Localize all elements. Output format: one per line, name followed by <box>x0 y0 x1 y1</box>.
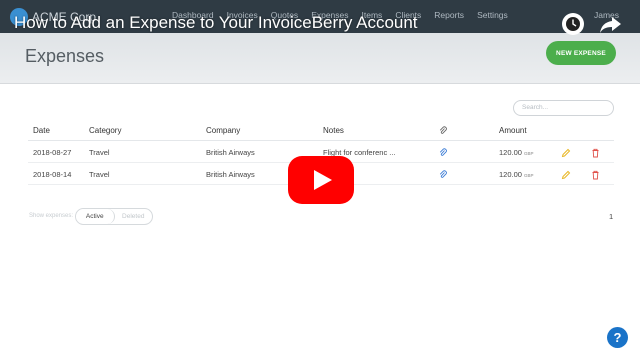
row-category: Travel <box>89 148 110 157</box>
video-title[interactable]: How to Add an Expense to Your InvoiceBer… <box>14 13 418 33</box>
column-header-category[interactable]: Category <box>89 126 121 135</box>
attachment-paperclip-icon[interactable] <box>439 148 447 157</box>
share-button[interactable] <box>598 13 624 40</box>
new-expense-button[interactable]: NEW EXPENSE <box>546 41 616 65</box>
pencil-icon[interactable] <box>561 170 571 180</box>
page-header: Expenses NEW EXPENSE <box>0 33 640 84</box>
play-button[interactable] <box>288 156 354 209</box>
watch-later-button[interactable] <box>562 13 584 35</box>
nav-item-reports[interactable]: Reports <box>434 10 464 20</box>
column-header-date[interactable]: Date <box>33 126 50 135</box>
column-header-amount[interactable]: Amount <box>499 126 527 135</box>
column-header-notes[interactable]: Notes <box>323 126 344 135</box>
column-header-company[interactable]: Company <box>206 126 240 135</box>
trash-icon[interactable] <box>591 170 600 180</box>
row-currency: GBP <box>523 151 534 156</box>
row-company: British Airways <box>206 170 255 179</box>
pencil-icon[interactable] <box>561 148 571 158</box>
row-category: Travel <box>89 170 110 179</box>
row-company: British Airways <box>206 148 255 157</box>
attachment-paperclip-icon[interactable] <box>439 170 447 179</box>
paperclip-icon <box>439 126 447 137</box>
filter-active-option[interactable]: Active <box>76 209 115 224</box>
row-date: 2018-08-27 <box>33 148 72 157</box>
trash-icon[interactable] <box>591 148 600 158</box>
nav-item-settings[interactable]: Settings <box>477 10 508 20</box>
row-date: 2018-08-14 <box>33 170 72 179</box>
row-amount-value: 120.00 <box>499 148 522 157</box>
clock-icon <box>566 17 580 31</box>
filter-deleted-option[interactable]: Deleted <box>115 209 153 224</box>
play-icon <box>288 156 354 204</box>
help-icon[interactable]: ? <box>607 327 628 348</box>
row-amount: 120.00 GBP <box>499 148 533 157</box>
row-amount-value: 120.00 <box>499 170 522 179</box>
share-icon <box>600 17 621 33</box>
search-input[interactable]: Search... <box>513 100 614 116</box>
row-amount: 120.00 GBP <box>499 170 533 179</box>
pagination-page[interactable]: 1 <box>609 212 613 221</box>
expense-status-toggle: Active Deleted <box>75 208 153 225</box>
show-expenses-label: Show expenses: <box>29 213 74 219</box>
page-title: Expenses <box>25 46 105 66</box>
row-currency: GBP <box>523 173 534 178</box>
table-header: Date Category Company Notes Amount <box>28 123 614 141</box>
